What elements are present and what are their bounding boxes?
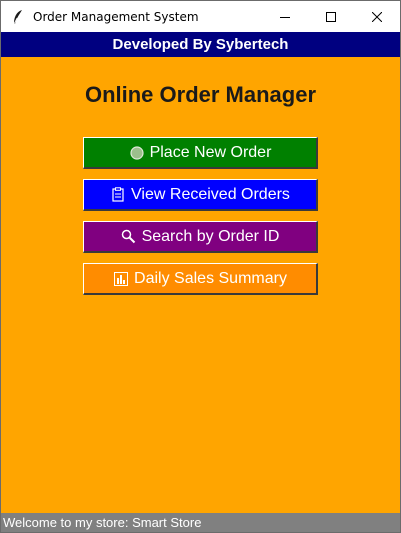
bar-chart-icon (113, 271, 129, 287)
app-window: Order Management System Developed By Syb… (0, 0, 401, 533)
status-text: Welcome to my store: Smart Store (3, 515, 202, 530)
window-controls (262, 1, 400, 32)
status-bar: Welcome to my store: Smart Store (1, 513, 400, 532)
place-new-order-label: Place New Order (149, 143, 272, 161)
maximize-button[interactable] (308, 1, 354, 32)
minimize-button[interactable] (262, 1, 308, 32)
circle-icon (129, 145, 145, 161)
maximize-icon (326, 11, 336, 22)
daily-sales-summary-button[interactable]: Daily Sales Summary (83, 263, 318, 295)
close-icon (372, 11, 382, 22)
close-button[interactable] (354, 1, 400, 32)
title-bar[interactable]: Order Management System (1, 1, 400, 32)
minimize-icon (280, 16, 290, 18)
place-new-order-button[interactable]: Place New Order (83, 137, 318, 169)
search-by-order-id-button[interactable]: Search by Order ID (83, 221, 318, 253)
daily-sales-summary-label: Daily Sales Summary (134, 269, 287, 287)
magnifier-icon (121, 229, 137, 245)
view-received-orders-label: View Received Orders (131, 185, 290, 203)
clipboard-icon (110, 187, 126, 203)
window-title: Order Management System (33, 9, 199, 24)
feather-icon (9, 8, 27, 26)
view-received-orders-button[interactable]: View Received Orders (83, 179, 318, 211)
developer-banner: Developed By Sybertech (1, 32, 400, 57)
search-by-order-id-label: Search by Order ID (141, 227, 280, 245)
page-title: Online Order Manager (84, 82, 317, 107)
